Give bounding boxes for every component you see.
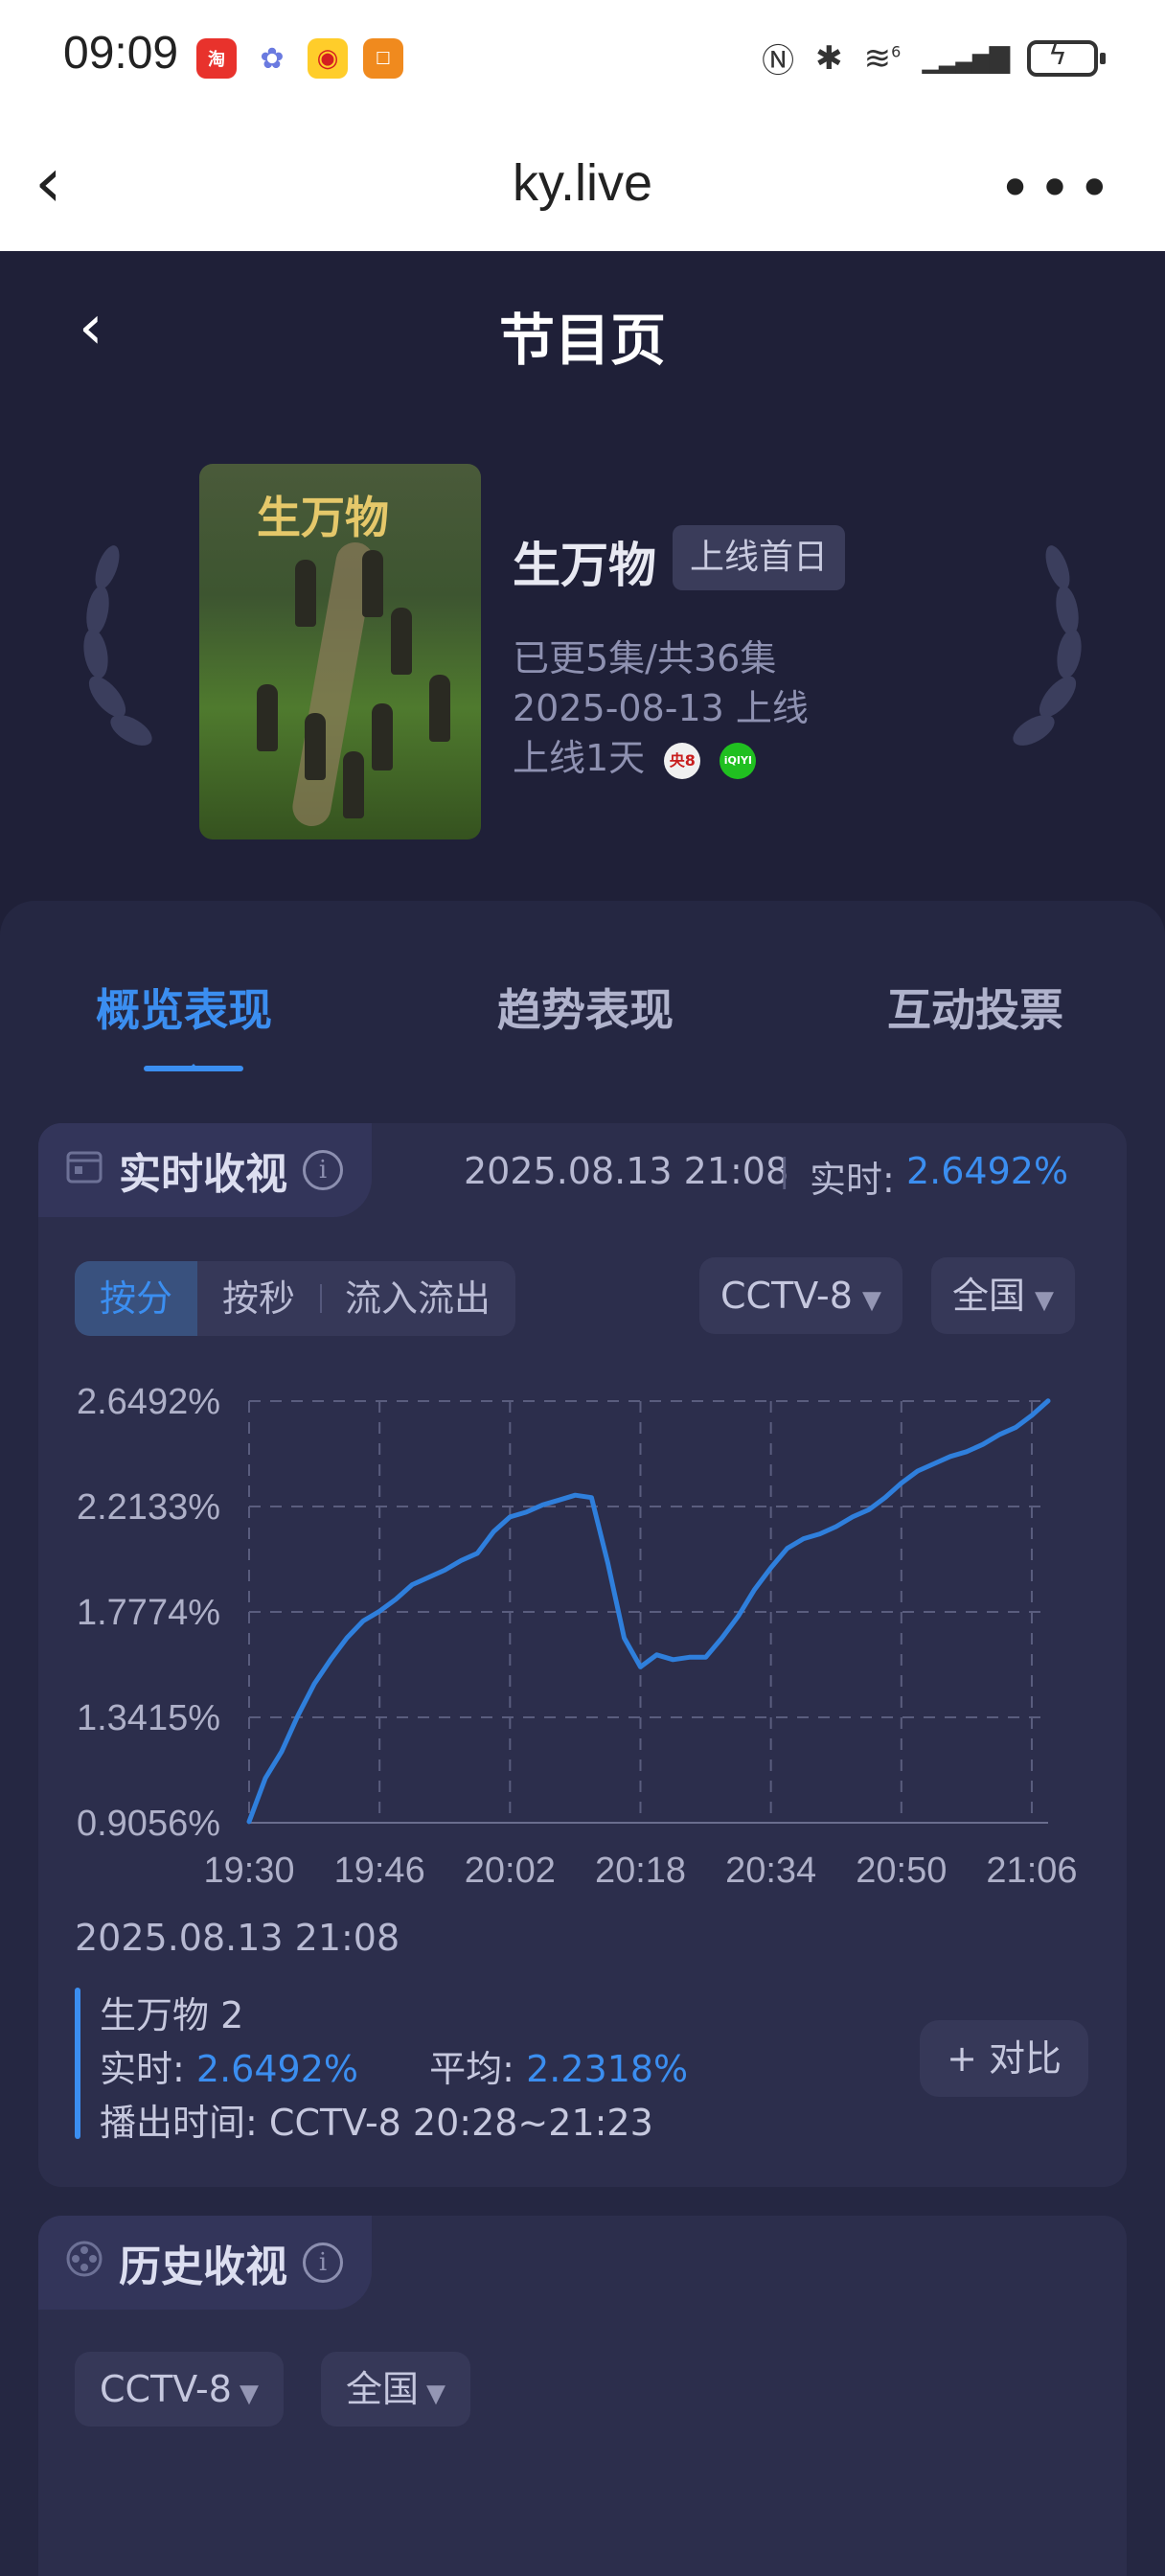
segment-by-second[interactable]: 按秒 [197,1261,320,1336]
show-release-date: 2025-08-13 上线 [513,687,809,729]
tooltip-avg-label: 平均: [429,2048,514,2090]
history-title: 历史收视 [119,2242,287,2291]
browser-bar: ‹ ky.live ••• [0,115,1165,252]
tooltip-values-row: 实时: 2.6492% 平均: 2.2318% [100,2039,688,2092]
caret-down-icon: ▼ [1035,1286,1055,1315]
history-header: 历史收视 i [38,2216,372,2310]
x-tick-label: 20:50 [856,1851,947,1891]
status-time: 09:09 [63,28,179,79]
tooltip-realtime-label: 实时: [100,2048,185,2090]
tooltip-realtime-value: 2.6492% [195,2048,358,2090]
realtime-label: 实时: [810,1159,895,1201]
calendar-icon [65,1147,103,1194]
film-reel-icon [65,2240,103,2287]
x-tick-label: 20:18 [595,1851,686,1891]
bluetooth-icon: ✱ [815,38,843,78]
tooltip-airtime-value: CCTV-8 20:28~21:23 [268,2102,653,2144]
show-poster[interactable]: 生万物 [199,464,481,840]
info-icon[interactable]: i [303,2242,343,2283]
tooltip-timestamp: 2025.08.13 21:08 [75,1917,400,1959]
laurel-left-icon [83,545,152,746]
x-tick-label: 19:30 [203,1851,294,1891]
program-page: ‹ 节目页 生万物 生万物 上线首日 已更5集/共36集 2025-08-13 … [0,251,1165,2576]
segment-inflow-outflow[interactable]: 流入流出 [320,1261,515,1336]
realtime-ratings-section: 实时收视 i 2025.08.13 21:08 | 实时: 2.6492% 按分… [38,1123,1127,2187]
page-title: 节目页 [498,308,666,373]
tooltip-series-name: 生万物 2 [100,1994,244,2036]
tooltip-airtime-row: 播出时间: CCTV-8 20:28~21:23 [100,2093,653,2146]
status-badge: 上线首日 [673,525,846,590]
y-tick-label: 0.9056% [77,1804,220,1844]
realtime-value: 2.6492% [906,1150,1069,1192]
y-tick-label: 2.6492% [77,1382,220,1422]
y-tick-label: 1.7774% [77,1593,220,1633]
signal-icon: ▁▂▃▅▇ [922,42,1010,74]
realtime-header: 实时收视 i [38,1123,372,1217]
history-channel-select[interactable]: CCTV-8 ▼ [75,2352,284,2426]
granularity-segmented-control: 按分 按秒 流入流出 [75,1261,516,1336]
realtime-title: 实时收视 [119,1150,287,1199]
wifi-6-icon: ≋6 [863,38,902,78]
status-app-icons: 淘 ✿ ◉ ☐ [196,38,403,79]
orange-app-icon: ☐ [363,38,403,79]
tab-vote[interactable]: 互动投票 [887,976,1063,1039]
battery-charging-icon: ϟ [1027,38,1106,77]
tooltip-series-bar [75,1988,80,2139]
y-tick-label: 2.2133% [77,1487,220,1528]
x-tick-label: 19:46 [334,1851,425,1891]
realtime-timestamp: 2025.08.13 21:08 [464,1150,789,1192]
status-bar: 09:09 淘 ✿ ◉ ☐ Ⓝ ✱ ≋6 ▁▂▃▅▇ ϟ [0,0,1165,115]
channel-select-value: CCTV-8 [720,1275,853,1317]
history-region-value: 全国 [346,2368,420,2410]
history-region-select[interactable]: 全国 ▼ [321,2352,471,2426]
more-options-icon[interactable]: ••• [998,155,1117,222]
browser-title: ky.live [512,154,653,212]
tab-trend[interactable]: 趋势表现 [497,976,674,1039]
weibo-icon: ◉ [308,38,348,79]
nfc-icon: Ⓝ [762,42,795,80]
tooltip-airtime-label: 播出时间: [100,2102,258,2144]
red-app-icon: 淘 [196,38,237,79]
cctv8-channel-icon: 央8 [664,742,701,779]
realtime-line-chart[interactable]: 2.6492% 2.2133% 1.7774% 1.3415% 0.9056% 19:30… [38,1344,1127,1899]
show-online-days-row: 上线1天 央8 iQIYI [513,728,757,781]
divider: | [779,1152,790,1190]
x-tick-label: 20:02 [465,1851,556,1891]
channel-select[interactable]: CCTV-8 ▼ [699,1257,902,1334]
history-channel-value: CCTV-8 [100,2368,232,2410]
caret-down-icon: ▼ [239,2380,259,2408]
caret-down-icon: ▼ [426,2380,446,2408]
tab-overview[interactable]: 概览表现 [96,976,272,1039]
tab-indicator [144,1064,243,1071]
segment-by-minute[interactable]: 按分 [75,1261,198,1336]
caret-down-icon: ▼ [861,1286,881,1315]
show-name: 生万物 [513,538,656,593]
x-tick-label: 20:34 [725,1851,816,1891]
laurel-right-icon [1013,545,1082,746]
show-online-days: 上线1天 [513,737,646,779]
region-select[interactable]: 全国 ▼ [931,1257,1076,1334]
poster-title: 生万物 [257,492,389,543]
info-icon[interactable]: i [303,1150,343,1190]
tooltip-avg-value: 2.2318% [526,2048,689,2090]
flower-app-icon: ✿ [252,38,292,79]
y-tick-label: 1.3415% [77,1698,220,1738]
history-ratings-section: 历史收视 i CCTV-8 ▼ 全国 ▼ [38,2216,1127,2576]
x-tick-label: 21:06 [986,1851,1077,1891]
overview-card: 概览表现 趋势表现 互动投票 实时收视 i 2025.08.13 21:08 |… [0,901,1165,2576]
compare-button[interactable]: + 对比 [920,2020,1088,2097]
show-episodes: 已更5集/共36集 [513,637,777,679]
region-select-value: 全国 [952,1275,1026,1317]
status-system-icons: Ⓝ ✱ ≋6 ▁▂▃▅▇ ϟ [762,34,1106,81]
iqiyi-channel-icon: iQIYI [720,742,757,779]
